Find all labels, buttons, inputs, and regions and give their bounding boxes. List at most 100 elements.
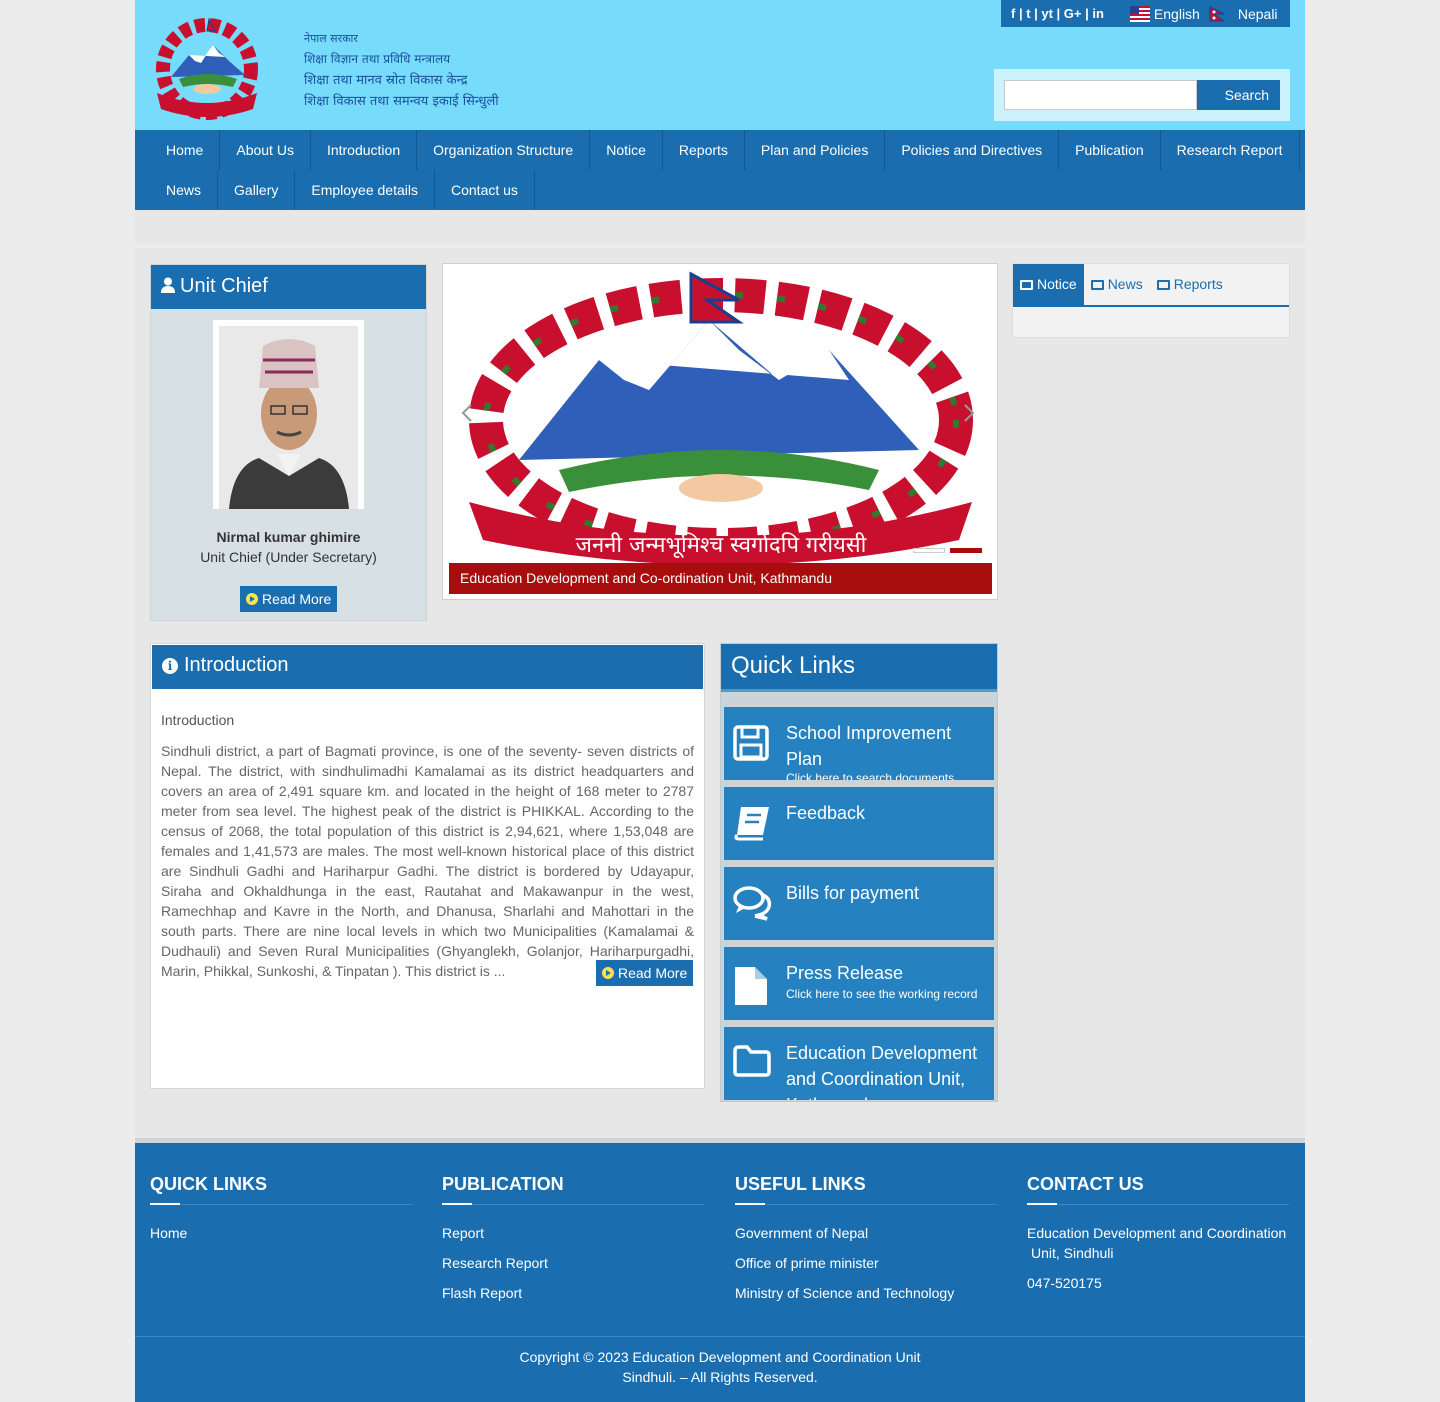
footer-publication: PUBLICATION Report Research Report Flash… [442, 1173, 704, 1303]
quick-link-subtitle: Click here to see the working record [786, 987, 978, 1001]
tab-reports-label: Reports [1173, 276, 1223, 292]
chief-read-more-label: Read More [262, 591, 332, 607]
footer-address: Education Development and Coordination U… [1027, 1223, 1289, 1263]
intro-read-more-button[interactable]: Read More [596, 960, 694, 986]
copyright-line-2: Sindhuli. – All Rights Reserved. [622, 1369, 818, 1385]
nav-organization-structure[interactable]: Organization Structure [417, 130, 591, 170]
footer-useful-links: USEFUL LINKS Government of Nepal Office … [735, 1173, 997, 1303]
search-box: Search [994, 69, 1290, 121]
site-header: नेपाल सरकार शिक्षा विज्ञान तथा प्रविधि म… [135, 0, 1305, 130]
search-button[interactable]: Search [1197, 80, 1280, 110]
file-icon [735, 967, 767, 1005]
book-icon [734, 807, 769, 841]
tab-reports[interactable]: Reports [1150, 264, 1230, 305]
introduction-label: Introduction [161, 712, 235, 728]
nav-plan-and-policies[interactable]: Plan and Policies [745, 130, 886, 170]
nav-publication[interactable]: Publication [1059, 130, 1161, 170]
footer-contact: CONTACT US Education Development and Coo… [1027, 1173, 1289, 1293]
nepal-flag-icon [1209, 5, 1226, 21]
nav-home[interactable]: Home [150, 130, 221, 170]
slide-image[interactable]: जननी जन्मभूमिश्च स्वर्गादपि गरीयसी [449, 270, 992, 563]
tab-notice[interactable]: Notice [1013, 264, 1084, 305]
play-circle-icon [602, 967, 614, 979]
nav-policies-and-directives[interactable]: Policies and Directives [885, 130, 1060, 170]
nav-gallery[interactable]: Gallery [218, 170, 296, 210]
comments-icon [733, 886, 772, 921]
quick-links-heading: Quick Links [721, 644, 997, 692]
quick-link-press-release[interactable]: Press Release Click here to see the work… [724, 947, 994, 1020]
top-bar: f | t | yt | G+ | in English Nepali [1001, 0, 1290, 27]
tab-news[interactable]: News [1084, 264, 1150, 305]
quick-link-title: Bills for payment [786, 883, 920, 903]
main-content: Unit Chief Nirmal kumar ghimire Unit Chi… [135, 248, 1305, 1138]
quick-link-feedback[interactable]: Feedback [724, 787, 994, 860]
site-footer: QUICK LINKS Home PUBLICATION Report Rese… [135, 1138, 1305, 1402]
slider-dot-2[interactable] [950, 548, 982, 553]
unit-chief-heading: Unit Chief [151, 265, 426, 309]
save-icon [733, 725, 769, 761]
nav-reports[interactable]: Reports [663, 130, 745, 170]
footer-quick-links: QUICK LINKS Home [150, 1173, 412, 1243]
unit-chief-title: Unit Chief [180, 275, 268, 297]
social-links[interactable]: f | t | yt | G+ | in [1011, 6, 1104, 21]
unit-chief-panel: Unit Chief Nirmal kumar ghimire Unit Chi… [150, 264, 427, 621]
newspaper-icon [1156, 280, 1170, 290]
footer-link-prime-minister[interactable]: Office of prime minister [735, 1253, 997, 1273]
quick-link-title: School Improvement Plan [786, 723, 952, 769]
us-flag-icon [1129, 5, 1150, 22]
newspaper-icon [1020, 280, 1033, 290]
tab-notice-label: Notice [1037, 276, 1077, 292]
footer-quick-links-heading: QUICK LINKS [150, 1173, 412, 1205]
nav-about-us[interactable]: About Us [220, 130, 311, 170]
footer-link-report[interactable]: Report [442, 1223, 704, 1243]
copyright: Copyright © 2023 Education Development a… [135, 1336, 1305, 1387]
folder-icon [733, 1045, 771, 1077]
nav-news[interactable]: News [150, 170, 219, 210]
quick-link-subtitle: Click here to search documents [786, 771, 955, 780]
nav-introduction[interactable]: Introduction [311, 130, 418, 170]
slide-caption: Education Development and Co-ordination … [449, 563, 992, 594]
footer-phone: 047-520175 [1027, 1275, 1102, 1291]
quick-link-bills-for-payment[interactable]: Bills for payment [724, 867, 994, 940]
footer-link-government-of-nepal[interactable]: Government of Nepal [735, 1223, 997, 1243]
quick-link-title: Education Development and Coordination U… [786, 1043, 978, 1100]
header-line-3: शिक्षा तथा मानव स्रोत विकास केन्द्र [304, 73, 468, 88]
chief-read-more-button[interactable]: Read More [240, 586, 338, 612]
newspaper-icon [1090, 280, 1104, 290]
nav-research-report[interactable]: Research Report [1161, 130, 1300, 170]
intro-read-more-label: Read More [618, 965, 688, 981]
chief-role: Unit Chief (Under Secretary) [200, 549, 377, 565]
footer-link-home[interactable]: Home [150, 1223, 412, 1243]
introduction-heading: i Introduction [152, 645, 703, 689]
nav-strip [135, 210, 1305, 245]
search-input[interactable] [1004, 80, 1197, 110]
nav-row-1: Home About Us Introduction Organization … [150, 130, 1300, 170]
footer-useful-links-heading: USEFUL LINKS [735, 1173, 997, 1205]
nav-contact-us[interactable]: Contact us [435, 170, 535, 210]
quick-links-panel: Quick Links School Improvement Plan Clic… [720, 643, 998, 1102]
nepali-link[interactable]: Nepali [1238, 6, 1278, 22]
chief-photo[interactable] [219, 326, 358, 509]
nav-notice[interactable]: Notice [590, 130, 663, 170]
slider-dot-1[interactable] [913, 548, 945, 553]
info-icon: i [162, 658, 178, 674]
introduction-text: Sindhuli district, a part of Bagmati pro… [161, 743, 694, 979]
quick-link-school-improvement-plan[interactable]: School Improvement Plan Click here to se… [724, 707, 994, 780]
play-circle-icon [246, 593, 258, 605]
footer-link-ministry-science[interactable]: Ministry of Science and Technology [735, 1283, 997, 1303]
footer-publication-heading: PUBLICATION [442, 1173, 704, 1205]
footer-link-research-report[interactable]: Research Report [442, 1253, 704, 1273]
copyright-line-1: Copyright © 2023 Education Development a… [519, 1349, 921, 1365]
footer-link-flash-report[interactable]: Flash Report [442, 1283, 704, 1303]
tab-news-label: News [1107, 276, 1143, 292]
user-icon [161, 277, 175, 293]
quick-link-title: Press Release [786, 963, 904, 983]
footer-contact-heading: CONTACT US [1027, 1173, 1289, 1205]
chief-name: Nirmal kumar ghimire [216, 529, 361, 545]
nav-employee-details[interactable]: Employee details [295, 170, 435, 210]
header-line-1: नेपाल सरकार [304, 32, 358, 45]
english-link[interactable]: English [1154, 6, 1200, 22]
news-tabs-panel: Notice News Reports [1012, 263, 1290, 338]
quick-link-edcu-kathmandu[interactable]: Education Development and Coordination U… [724, 1027, 994, 1100]
nepal-emblem-logo[interactable] [149, 17, 265, 121]
